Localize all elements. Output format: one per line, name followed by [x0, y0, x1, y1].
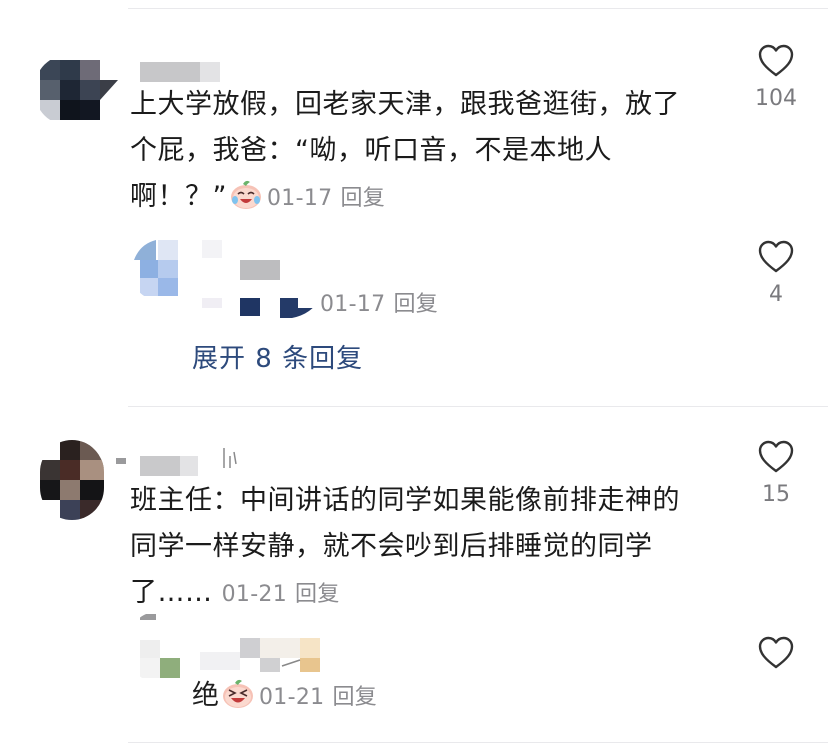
like-count: 4 — [769, 282, 783, 307]
reply-text: 绝 — [192, 680, 219, 711]
avatar-mosaic — [130, 612, 182, 682]
like-button[interactable]: 104 — [736, 44, 816, 111]
comment-meta: 01-17 回复 — [267, 186, 385, 211]
reply-meta: 01-17 回复 — [320, 286, 438, 318]
avatar-mosaic — [132, 238, 184, 300]
top-divider — [128, 8, 828, 9]
reply-avatar[interactable] — [132, 238, 184, 300]
comment-text[interactable]: 上大学放假，回老家天津，跟我爸逛街，放了 个屁，我爸：“呦，听口音，不是本地人 … — [130, 82, 730, 222]
crying-laugh-peach-emoji — [231, 180, 261, 209]
like-button[interactable]: 15 — [736, 440, 816, 507]
comment-line: 班主任：中间讲话的同学如果能像前排走神的 — [130, 485, 680, 516]
comment-line-last: 了…… 01-21 回复 — [130, 570, 730, 618]
username[interactable] — [140, 62, 220, 82]
username-mosaic — [140, 62, 220, 82]
reply-button[interactable]: 回复 — [332, 685, 377, 710]
comment-date: 01-21 — [221, 582, 288, 607]
reply-button[interactable]: 回复 — [340, 186, 385, 211]
comment-meta: 01-21 回复 — [222, 582, 340, 607]
heart-outline-icon — [758, 636, 794, 669]
reply-content[interactable]: 绝 01-21 回复 — [192, 676, 377, 718]
heart-outline-icon — [758, 44, 794, 77]
username-mosaic — [202, 240, 320, 318]
username-mosaic — [200, 638, 320, 672]
reply-button[interactable]: 回复 — [393, 292, 438, 317]
comment-line: 同学一样安静，就不会吵到后排睡觉的同学 — [130, 531, 653, 562]
comment-line: 上大学放假，回老家天津，跟我爸逛街，放了 — [130, 89, 680, 120]
username[interactable] — [112, 442, 244, 476]
reply-meta: 01-21 回复 — [259, 685, 377, 710]
comment-line: 啊！？” — [130, 181, 227, 212]
reply-username[interactable] — [196, 638, 326, 672]
reply-avatar[interactable] — [130, 612, 182, 682]
reply-date: 01-17 — [320, 292, 386, 317]
like-count: 15 — [762, 482, 790, 507]
bottom-divider — [128, 742, 828, 743]
avatar[interactable] — [34, 54, 118, 126]
comment-text[interactable]: 班主任：中间讲话的同学如果能像前排走神的 同学一样安静，就不会吵到后排睡觉的同学… — [130, 478, 730, 618]
comment-line-last: 啊！？” 01-17 回复 — [130, 174, 730, 222]
comment-date: 01-17 — [267, 186, 333, 211]
like-count: 104 — [755, 86, 797, 111]
laughing-peach-emoji — [223, 679, 253, 708]
like-button[interactable]: 4 — [736, 240, 816, 307]
reply-button[interactable]: 回复 — [295, 582, 340, 607]
username-mosaic — [116, 448, 237, 476]
heart-outline-icon — [758, 440, 794, 473]
expand-replies-button[interactable]: 展开 8 条回复 — [192, 338, 363, 375]
reply-username[interactable] — [196, 240, 324, 320]
comment-divider — [128, 406, 828, 407]
comment-line: 个屁，我爸：“呦，听口音，不是本地人 — [130, 135, 612, 166]
avatar[interactable] — [40, 440, 104, 520]
comment-line: 了…… — [130, 577, 213, 608]
heart-outline-icon — [758, 240, 794, 273]
avatar-mosaic — [40, 440, 104, 520]
reply-date: 01-21 — [259, 685, 325, 710]
avatar-mosaic — [34, 54, 118, 126]
like-button[interactable] — [736, 636, 816, 670]
